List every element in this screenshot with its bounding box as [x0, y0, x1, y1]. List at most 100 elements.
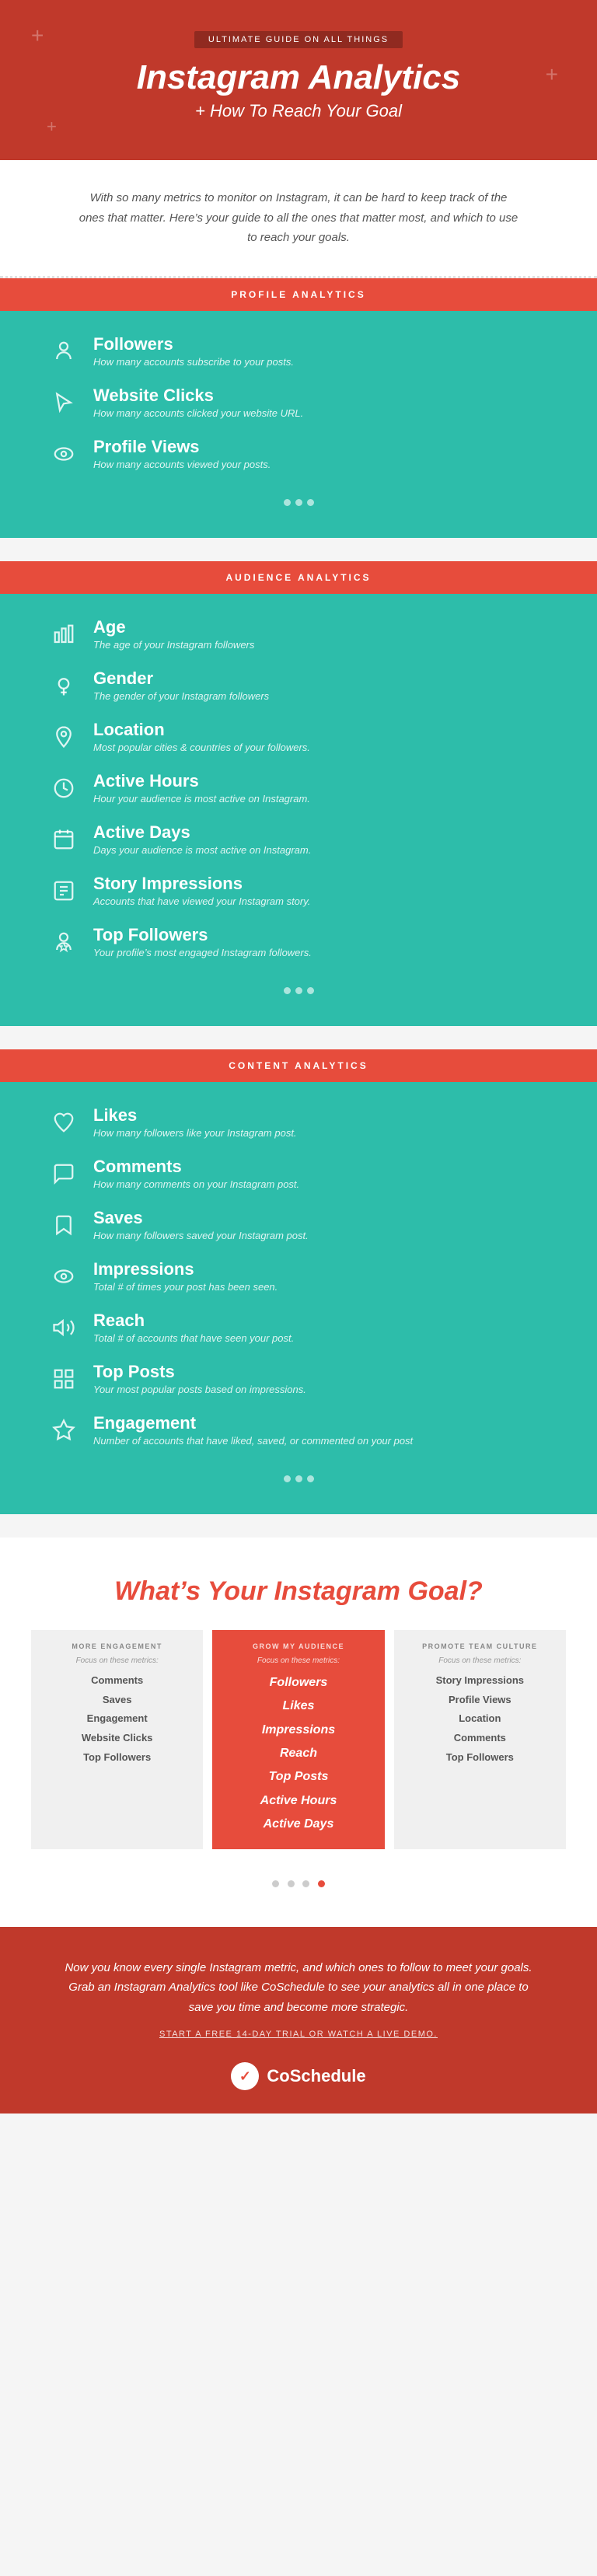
metric-name: Impressions: [93, 1259, 278, 1279]
dot-4[interactable]: [318, 1880, 325, 1887]
list-item: Likes: [222, 1695, 375, 1718]
metric-top-followers: Top Followers Your profile’s most engage…: [47, 925, 550, 959]
impressions-eye-icon: [47, 1259, 81, 1293]
goal-card-list-engagement: Comments Saves Engagement Website Clicks…: [40, 1671, 194, 1767]
hero-decoration: +: [47, 117, 57, 137]
footer-text: Now you know every single Instagram metr…: [62, 1958, 535, 2018]
list-item: Comments: [403, 1729, 557, 1748]
metric-name: Active Hours: [93, 771, 310, 791]
metric-name: Active Days: [93, 822, 311, 843]
metric-comments: Comments How many comments on your Insta…: [47, 1157, 550, 1191]
metric-desc: The age of your Instagram followers: [93, 639, 254, 651]
metric-name: Top Followers: [93, 925, 312, 945]
metric-impressions: Impressions Total # of times your post h…: [47, 1259, 550, 1293]
goal-card-focus-culture: Focus on these metrics:: [403, 1656, 557, 1665]
metric-desc: How many accounts subscribe to your post…: [93, 356, 294, 368]
profile-analytics-header: Profile Analytics: [0, 278, 597, 311]
metric-reach: Reach Total # of accounts that have seen…: [47, 1311, 550, 1345]
goal-card-list-culture: Story Impressions Profile Views Location…: [403, 1671, 557, 1767]
dot-3[interactable]: [302, 1880, 309, 1887]
metric-name: Followers: [93, 334, 294, 354]
metric-name: Comments: [93, 1157, 299, 1177]
dot-2[interactable]: [288, 1880, 295, 1887]
list-item: Top Followers: [40, 1748, 194, 1768]
comment-icon: [47, 1157, 81, 1191]
list-item: Active Hours: [222, 1789, 375, 1813]
logo-text: CoSchedule: [267, 2066, 365, 2086]
metric-desc: Your most popular posts based on impress…: [93, 1384, 306, 1395]
metric-name: Top Posts: [93, 1362, 306, 1382]
list-item: Impressions: [222, 1719, 375, 1742]
list-item: Website Clicks: [40, 1729, 194, 1748]
metric-desc: Most popular cities & countries of your …: [93, 742, 310, 753]
metric-desc: Total # of accounts that have seen your …: [93, 1332, 294, 1344]
metric-name: Story Impressions: [93, 874, 310, 894]
dot-1[interactable]: [272, 1880, 279, 1887]
list-item: Location: [403, 1709, 557, 1729]
hero-subtitle: + How To Reach Your Goal: [62, 101, 535, 121]
goal-heading: What’s Your Instagram Goal?: [31, 1576, 566, 1607]
footer-section: Now you know every single Instagram metr…: [0, 1927, 597, 2114]
goal-card-grow: Grow My Audience Focus on these metrics:…: [212, 1630, 384, 1849]
heart-icon: [47, 1105, 81, 1140]
audience-dots: [47, 976, 550, 1011]
goal-card-culture: Promote Team Culture Focus on these metr…: [394, 1630, 566, 1849]
metric-name: Likes: [93, 1105, 297, 1126]
audience-analytics-section: Audience Analytics Age The age of your I…: [0, 561, 597, 1049]
goal-card-list-grow: Followers Likes Impressions Reach Top Po…: [222, 1671, 375, 1837]
metric-engagement: Engagement Number of accounts that have …: [47, 1413, 550, 1447]
content-dots: [47, 1464, 550, 1499]
metric-desc: How many accounts viewed your posts.: [93, 459, 271, 470]
footer-cta[interactable]: Start a Free 14-Day Trial or Watch a Liv…: [62, 2030, 535, 2039]
metric-desc: Days your audience is most active on Ins…: [93, 844, 311, 856]
metric-gender: Gender The gender of your Instagram foll…: [47, 668, 550, 703]
list-item: Engagement: [40, 1709, 194, 1729]
metric-desc: How many accounts clicked your website U…: [93, 407, 303, 419]
metric-desc: Number of accounts that have liked, save…: [93, 1435, 413, 1447]
list-item: Profile Views: [403, 1691, 557, 1710]
metric-name: Saves: [93, 1208, 309, 1228]
star-icon: [47, 1413, 81, 1447]
coschedule-logo: ✓ CoSchedule: [62, 2062, 535, 2090]
calendar-icon: [47, 822, 81, 857]
profile-dots: [47, 488, 550, 522]
list-item: Story Impressions: [403, 1671, 557, 1691]
metric-desc: Hour your audience is most active on Ins…: [93, 793, 310, 805]
hero-supertitle: Ultimate Guide on All Things: [194, 31, 403, 48]
user-star-icon: [47, 925, 81, 959]
goal-card-focus-engagement: Focus on these metrics:: [40, 1656, 194, 1665]
logo-icon-letter: ✓: [239, 2068, 251, 2085]
list-item: Active Days: [222, 1813, 375, 1836]
chart-icon: [47, 617, 81, 651]
cursor-icon: [47, 386, 81, 420]
metric-desc: Accounts that have viewed your Instagram…: [93, 895, 310, 907]
metric-age: Age The age of your Instagram followers: [47, 617, 550, 651]
content-analytics-section: Content Analytics Likes How many followe…: [0, 1049, 597, 1538]
metric-top-posts: Top Posts Your most popular posts based …: [47, 1362, 550, 1396]
metric-name: Website Clicks: [93, 386, 303, 406]
profile-analytics-body: Followers How many accounts subscribe to…: [0, 311, 597, 538]
list-item: Followers: [222, 1671, 375, 1695]
metric-desc: Your profile’s most engaged Instagram fo…: [93, 947, 312, 958]
list-item: Top Posts: [222, 1765, 375, 1789]
intro-text: With so many metrics to monitor on Insta…: [78, 188, 519, 248]
metric-active-days: Active Days Days your audience is most a…: [47, 822, 550, 857]
metric-name: Reach: [93, 1311, 294, 1331]
sound-icon: [47, 1311, 81, 1345]
audience-analytics-body: Age The age of your Instagram followers …: [0, 594, 597, 1026]
metric-website-clicks: Website Clicks How many accounts clicked…: [47, 386, 550, 420]
metric-name: Age: [93, 617, 254, 637]
metric-profile-views: Profile Views How many accounts viewed y…: [47, 437, 550, 471]
list-item: Comments: [40, 1671, 194, 1691]
grid-icon: [47, 1362, 81, 1396]
goal-card-header-culture: Promote Team Culture: [403, 1642, 557, 1650]
metric-name: Engagement: [93, 1413, 413, 1433]
metric-story-impressions: Story Impressions Accounts that have vie…: [47, 874, 550, 908]
goal-card-focus-grow: Focus on these metrics:: [222, 1656, 375, 1665]
goal-carousel-dots: [31, 1873, 566, 1896]
metric-desc: How many followers saved your Instagram …: [93, 1230, 309, 1241]
metric-desc: The gender of your Instagram followers: [93, 690, 269, 702]
story-icon: [47, 874, 81, 908]
metric-saves: Saves How many followers saved your Inst…: [47, 1208, 550, 1242]
hero-section: Ultimate Guide on All Things Instagram A…: [0, 0, 597, 160]
